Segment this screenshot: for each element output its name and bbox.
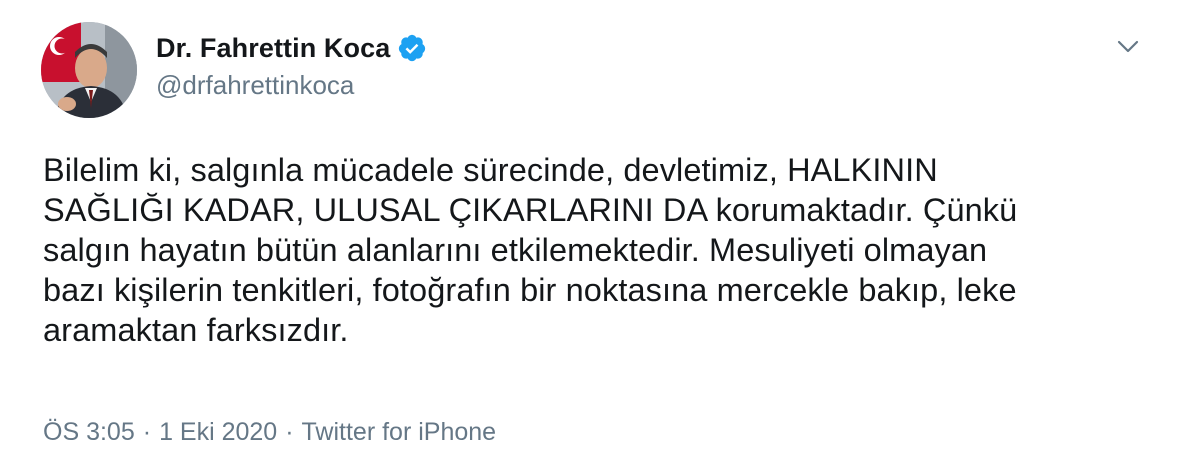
tweet-source[interactable]: Twitter for iPhone bbox=[302, 418, 497, 447]
tweet-date[interactable]: 1 Eki 2020 bbox=[159, 418, 277, 447]
meta-separator: · bbox=[285, 418, 294, 446]
tweet-meta: ÖS 3:05 · 1 Eki 2020 · Twitter for iPhon… bbox=[43, 418, 496, 447]
tweet-card: Dr. Fahrettin Koca @drfahrettinkoca Bile… bbox=[0, 0, 1200, 468]
avatar[interactable] bbox=[41, 22, 137, 118]
handle[interactable]: @drfahrettinkoca bbox=[156, 70, 427, 101]
tweet-time[interactable]: ÖS 3:05 bbox=[43, 418, 135, 447]
chevron-down-icon[interactable] bbox=[1112, 30, 1144, 62]
author-block: Dr. Fahrettin Koca @drfahrettinkoca bbox=[156, 30, 427, 101]
name-row: Dr. Fahrettin Koca bbox=[156, 30, 427, 66]
tweet-text: Bilelim ki, salgınla mücadele sürecinde,… bbox=[43, 152, 1018, 348]
meta-separator: · bbox=[142, 418, 152, 446]
display-name[interactable]: Dr. Fahrettin Koca bbox=[156, 33, 390, 64]
verified-badge-icon bbox=[397, 33, 427, 63]
